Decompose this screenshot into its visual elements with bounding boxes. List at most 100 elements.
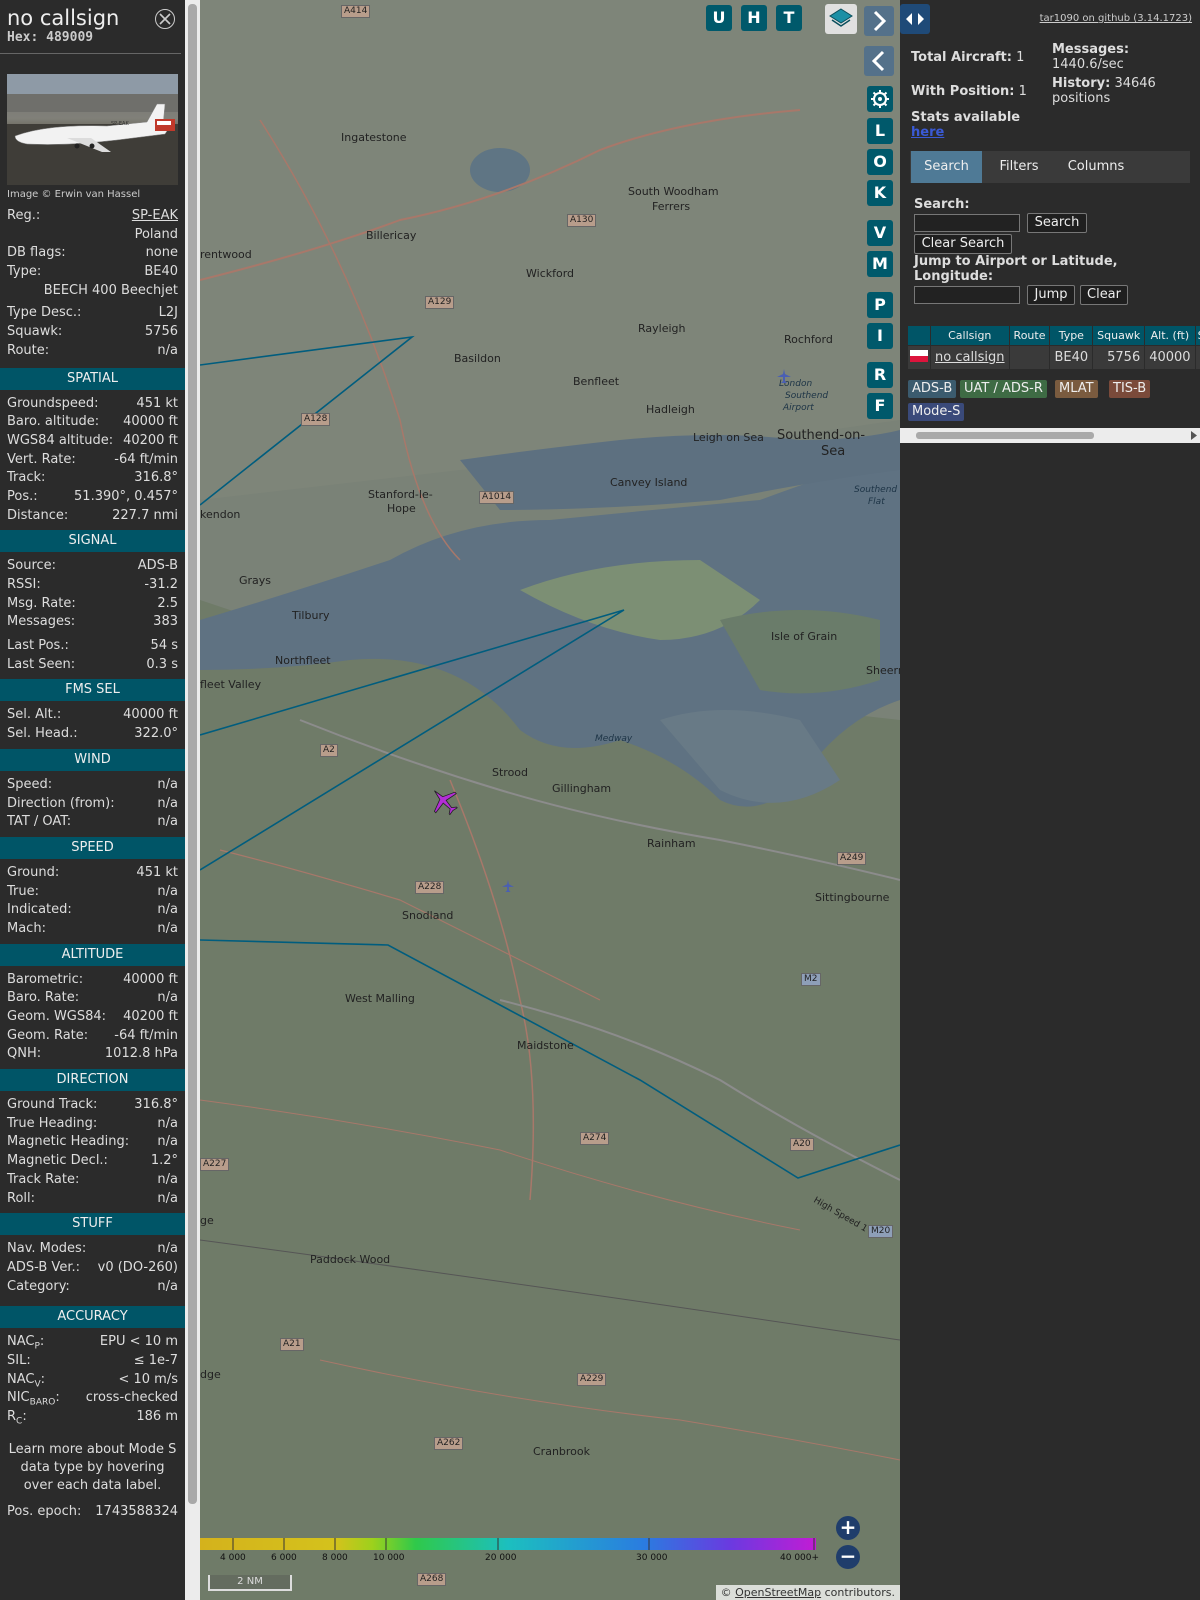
info-label: Last Pos.:	[7, 638, 69, 654]
info-row: Speed: n/a	[0, 776, 185, 795]
aircraft-photo[interactable]: SP-EAK	[7, 74, 178, 185]
info-row: Poland	[0, 226, 185, 245]
scroll-right-icon[interactable]	[1190, 431, 1198, 440]
search-input[interactable]	[914, 214, 1020, 232]
flag-poland-icon	[907, 345, 931, 370]
col-squawk[interactable]: Squawk	[1092, 325, 1146, 346]
place-label: Billericay	[366, 229, 417, 242]
map-button-t[interactable]: T	[776, 5, 802, 31]
col-speed[interactable]: S	[1194, 325, 1200, 346]
layers-icon	[829, 8, 853, 27]
info-row: Baro. altitude: 40000 ft	[0, 413, 185, 432]
info-label: Type:	[7, 264, 42, 280]
info-row: Geom. WGS84: 40200 ft	[0, 1008, 185, 1027]
map-button-o[interactable]: O	[867, 149, 893, 175]
info-value[interactable]: SP-EAK	[132, 207, 178, 226]
aircraft-basic-info: Reg.: SP-EAK Poland DB flags: none Type: BE40 B…	[0, 207, 185, 361]
map-button-m[interactable]: M	[867, 251, 893, 277]
layers-button[interactable]	[825, 4, 857, 34]
col-callsign[interactable]: Callsign	[930, 325, 1010, 346]
table-row[interactable]: no callsign BE40 5756 40000	[907, 345, 1200, 370]
toggle-sidebar-button[interactable]	[900, 4, 930, 34]
section-fms-sel: FMS SEL	[0, 679, 185, 702]
info-value: n/a	[157, 1171, 178, 1187]
aircraft-list-panel: tar1090 on github (3.14.1723) Total Airc…	[900, 0, 1200, 1600]
info-row: Type: BE40	[0, 263, 185, 282]
osm-link[interactable]: OpenStreetMap	[735, 1586, 821, 1599]
hscroll-thumb[interactable]	[916, 432, 1094, 439]
row-callsign[interactable]: no callsign	[930, 345, 1010, 370]
info-label: Baro. altitude:	[7, 414, 100, 430]
info-value: n/a	[157, 1190, 178, 1206]
panel-tabs: Search Filters Columns	[910, 151, 1190, 183]
map-attribution: © OpenStreetMap contributors.	[715, 1585, 900, 1600]
place-label: Gillingham	[552, 782, 612, 795]
jump-input[interactable]	[914, 286, 1020, 304]
place-label: Wickford	[526, 267, 575, 280]
aircraft-callsign: no callsign	[7, 6, 120, 30]
info-row: Magnetic Decl.: 1.2°	[0, 1152, 185, 1171]
stats-link[interactable]: here	[911, 125, 944, 140]
col-flag[interactable]	[907, 325, 931, 346]
info-value: 451 kt	[136, 395, 178, 411]
map-button-f[interactable]: F	[867, 393, 893, 419]
info-value: 40200 ft	[123, 1009, 178, 1024]
search-button[interactable]: Search	[1027, 213, 1087, 233]
tab-columns[interactable]: Columns	[1056, 151, 1136, 183]
map-button-p[interactable]: P	[867, 292, 893, 318]
arrows-horizontal-icon	[906, 13, 924, 25]
github-link[interactable]: tar1090 on github (3.14.1723)	[1040, 13, 1192, 24]
info-label: Messages:	[7, 614, 76, 630]
info-row: BEECH 400 Beechjet	[0, 282, 185, 301]
col-type[interactable]: Type	[1049, 325, 1094, 346]
legend-label: 30 000	[636, 1553, 668, 1563]
aircraft-marker-icon[interactable]	[428, 785, 460, 817]
row-type: BE40	[1049, 345, 1094, 370]
clear-button[interactable]: Clear	[1080, 285, 1128, 305]
info-row: Direction (from): n/a	[0, 795, 185, 814]
info-row: True: n/a	[0, 883, 185, 902]
settings-button[interactable]	[867, 86, 893, 112]
col-altitude[interactable]: Alt. (ft)	[1144, 325, 1196, 346]
road-label: A268	[417, 1573, 447, 1586]
total-aircraft: Total Aircraft: 1	[911, 50, 1025, 65]
row-squawk: 5756	[1092, 345, 1146, 370]
place-label: Strood	[492, 766, 529, 779]
info-value: 5756	[144, 324, 178, 340]
place-label: Sittingbourne	[815, 891, 890, 904]
road-label: A262	[434, 1437, 464, 1450]
info-value: ADS-B	[137, 558, 178, 574]
map-button-k[interactable]: K	[867, 180, 893, 206]
history-stat: History: 34646 positions	[1052, 76, 1156, 106]
map-view[interactable]: Ingatestone Billericay Wickford South Woodh…	[200, 0, 900, 1600]
map-button-u[interactable]: U	[706, 5, 732, 31]
info-row: Reg.: SP-EAK	[0, 207, 185, 226]
map-button-i[interactable]: I	[867, 323, 893, 349]
place-label: Tilbury	[292, 609, 330, 622]
col-route[interactable]: Route	[1008, 325, 1051, 346]
zoom-in-button[interactable]: +	[836, 1516, 860, 1540]
map-button-v[interactable]: V	[867, 220, 893, 246]
expand-panel-button[interactable]	[864, 6, 894, 36]
messages-stat: Messages: 1440.6/sec	[1052, 42, 1130, 72]
source-badge: MLAT	[1055, 380, 1098, 398]
collapse-panel-button[interactable]	[864, 46, 894, 76]
info-row: Ground: 451 kt	[0, 864, 185, 883]
tab-filters[interactable]: Filters	[984, 151, 1054, 183]
map-button-h[interactable]: H	[741, 5, 767, 31]
info-row: Indicated: n/a	[0, 901, 185, 920]
sidebar-scrollbar[interactable]	[185, 0, 200, 1600]
road-label: A128	[301, 413, 331, 426]
zoom-out-button[interactable]: −	[836, 1545, 860, 1569]
jump-button[interactable]: Jump	[1027, 285, 1075, 305]
info-value: n/a	[157, 342, 178, 358]
tab-search[interactable]: Search	[911, 151, 982, 183]
map-button-l[interactable]: L	[867, 118, 893, 144]
close-icon[interactable]	[155, 9, 175, 29]
info-row: Vert. Rate: -64 ft/min	[0, 451, 185, 470]
scrollbar-thumb[interactable]	[188, 4, 197, 1504]
table-horizontal-scrollbar[interactable]	[900, 428, 1200, 443]
clear-search-button[interactable]: Clear Search	[914, 234, 1012, 254]
road-label: A274	[580, 1132, 610, 1145]
map-button-r[interactable]: R	[867, 362, 893, 388]
